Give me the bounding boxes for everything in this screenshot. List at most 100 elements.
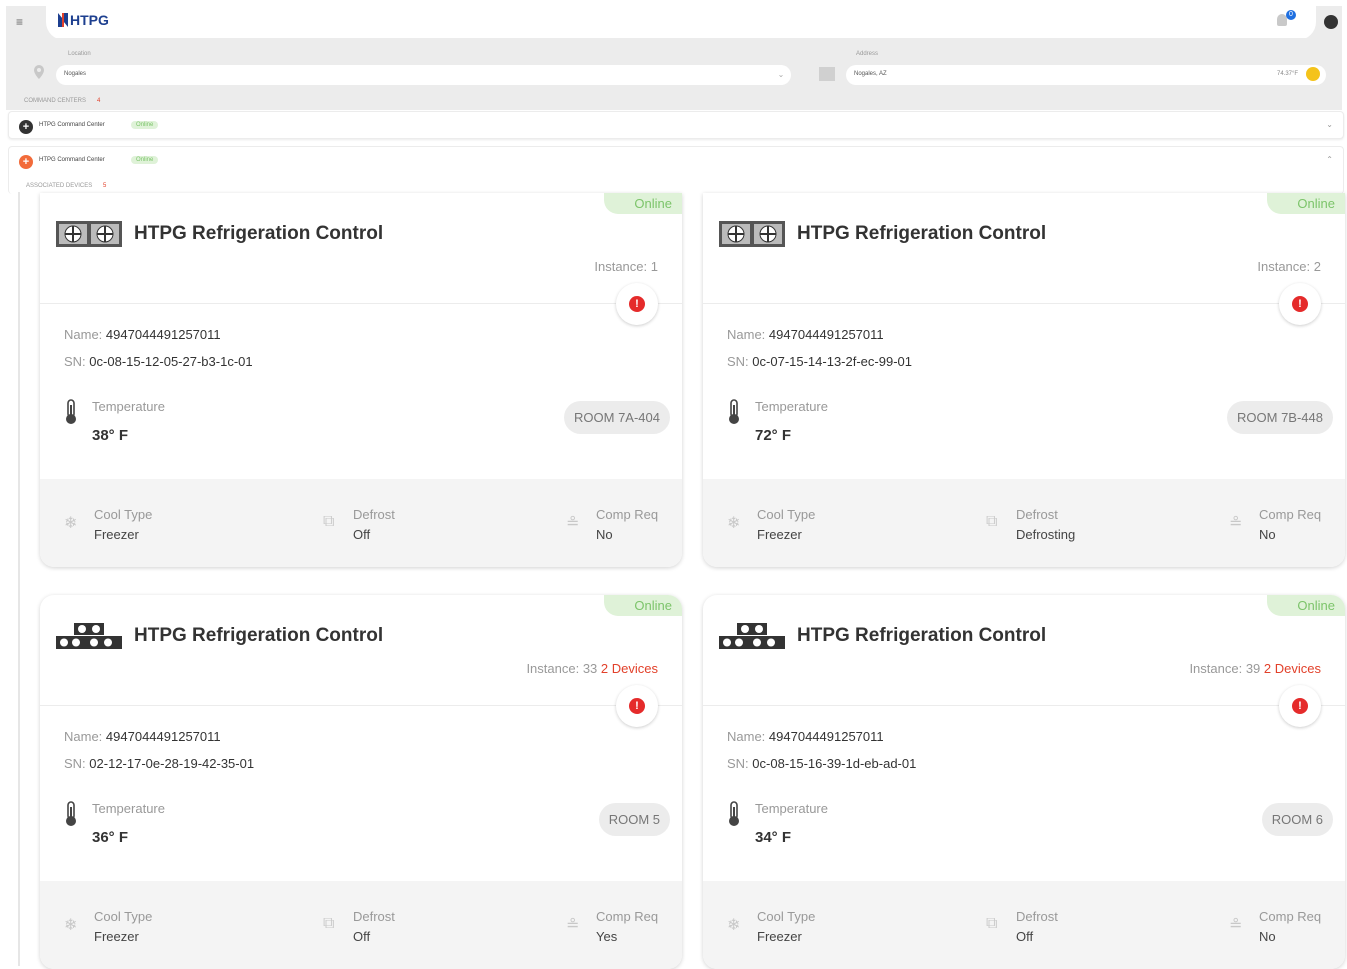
- comp-req-label: Comp Req: [596, 909, 659, 924]
- device-card[interactable]: Online HTPG Refrigeration Control Instan…: [40, 595, 682, 969]
- instance-label: Instance: 39 2 Devices: [1189, 661, 1321, 676]
- alert-icon: !: [629, 296, 645, 312]
- chevron-down-icon[interactable]: ⌄: [771, 65, 791, 85]
- room-chip[interactable]: ROOM 7B-448: [1227, 401, 1333, 434]
- temperature-value: 36° F: [92, 829, 129, 846]
- divider: [703, 705, 1345, 706]
- associated-devices-label: ASSOCIATED DEVICES: [26, 183, 93, 189]
- defrost-icon: ⧉: [986, 915, 998, 932]
- temperature-label: Temperature: [755, 801, 828, 816]
- defrost-icon: ⧉: [323, 513, 335, 530]
- command-center-row[interactable]: + HTPG Command Center Online ⌄: [8, 111, 1344, 139]
- status-badge: Online: [131, 121, 159, 129]
- refrigeration-unit-icon: [56, 221, 122, 247]
- devices-link[interactable]: 2 Devices: [601, 661, 658, 676]
- htpg-logo[interactable]: HTPG: [58, 12, 109, 28]
- instance-label: Instance: 33 2 Devices: [526, 661, 658, 676]
- sn-value: 0c-07-15-14-13-2f-ec-99-01: [752, 354, 912, 369]
- instance-prefix: Instance:: [1189, 661, 1243, 676]
- divider: [40, 303, 682, 304]
- alert-button[interactable]: !: [616, 685, 658, 727]
- temperature-label: Temperature: [755, 399, 828, 414]
- name-value: 4947044491257011: [768, 729, 884, 744]
- temperature-label: Temperature: [92, 399, 165, 414]
- status-badge: Online: [131, 156, 159, 164]
- instance-number: 2: [1313, 259, 1321, 274]
- building-icon: [819, 67, 835, 81]
- temperature-value: 34° F: [755, 829, 792, 846]
- command-center-row-expanded[interactable]: + HTPG Command Center Online ⌃: [8, 146, 1344, 194]
- device-name: Name: 4947044491257011: [727, 327, 884, 342]
- alert-icon: !: [1292, 698, 1308, 714]
- defrost-value: Off: [1016, 929, 1034, 944]
- name-label: Name:: [727, 729, 766, 744]
- divider: [703, 303, 1345, 304]
- instance-label: Instance: 2: [1257, 259, 1321, 274]
- device-card[interactable]: Online HTPG Refrigeration Control Instan…: [40, 193, 682, 567]
- expand-icon[interactable]: +: [19, 155, 33, 169]
- snowflake-icon: ❄: [64, 917, 78, 934]
- device-sn: SN: 0c-08-15-12-05-27-b3-1c-01: [64, 354, 253, 369]
- card-footer: ❄ Cool Type Freezer ⧉ Defrost Off ≗ Comp Req Y…: [40, 881, 682, 969]
- alert-button[interactable]: !: [616, 283, 658, 325]
- room-chip[interactable]: ROOM 7A-404: [564, 401, 670, 434]
- device-card[interactable]: Online HTPG Refrigeration Control Instan…: [703, 193, 1345, 567]
- devices-link[interactable]: 2 Devices: [1264, 661, 1321, 676]
- alert-button[interactable]: !: [1279, 283, 1321, 325]
- device-card[interactable]: Online HTPG Refrigeration Control Instan…: [703, 595, 1345, 969]
- address-label: Address: [856, 51, 879, 57]
- comp-req-value: No: [1259, 929, 1276, 944]
- expand-icon[interactable]: +: [19, 120, 33, 134]
- name-label: Name:: [64, 729, 103, 744]
- compressor-icon: ≗: [1229, 515, 1243, 532]
- comp-req-label: Comp Req: [596, 507, 659, 522]
- snowflake-icon: ❄: [727, 917, 741, 934]
- sn-label: SN:: [727, 354, 749, 369]
- menu-icon[interactable]: ≡: [16, 15, 23, 29]
- compressor-icon: ≗: [1229, 917, 1243, 934]
- device-name: Name: 4947044491257011: [64, 327, 221, 342]
- card-footer: ❄ Cool Type Freezer ⧉ Defrost Defrosting ≗ Co…: [703, 479, 1345, 567]
- instance-prefix: Instance:: [1257, 259, 1311, 274]
- refrigeration-unit-icon: [719, 623, 785, 649]
- user-account-icon[interactable]: [1324, 15, 1338, 29]
- instance-number: 1: [650, 259, 658, 274]
- defrost-label: Defrost: [1016, 909, 1058, 924]
- cool-type-label: Cool Type: [757, 507, 816, 522]
- compressor-icon: ≗: [566, 917, 580, 934]
- room-chip[interactable]: ROOM 5: [598, 803, 670, 836]
- location-select[interactable]: Nogales: [56, 65, 790, 85]
- refrigeration-unit-icon: [56, 623, 122, 649]
- chevron-down-icon[interactable]: ⌄: [1326, 120, 1333, 129]
- device-sn: SN: 02-12-17-0e-28-19-42-35-01: [64, 756, 254, 771]
- cool-type-label: Cool Type: [94, 507, 153, 522]
- temperature-value: 38° F: [92, 427, 129, 444]
- name-label: Name:: [64, 327, 103, 342]
- chevron-up-icon[interactable]: ⌃: [1326, 155, 1333, 164]
- logo-mark-icon: [58, 13, 68, 27]
- comp-req-value: No: [596, 527, 613, 542]
- online-status-badge: Online: [1267, 595, 1345, 616]
- alert-icon: !: [629, 698, 645, 714]
- temperature-label: Temperature: [92, 801, 165, 816]
- instance-number: 33: [582, 661, 598, 676]
- snowflake-icon: ❄: [64, 515, 78, 532]
- thermometer-icon: [729, 399, 739, 424]
- comp-req-value: Yes: [596, 929, 618, 944]
- online-status-badge: Online: [604, 193, 682, 214]
- divider: [40, 705, 682, 706]
- alert-button[interactable]: !: [1279, 685, 1321, 727]
- online-status-badge: Online: [604, 595, 682, 616]
- sn-value: 0c-08-15-12-05-27-b3-1c-01: [89, 354, 253, 369]
- snowflake-icon: ❄: [727, 515, 741, 532]
- sn-value: 0c-08-15-16-39-1d-eb-ad-01: [752, 756, 917, 771]
- command-centers-count: 4: [97, 98, 101, 104]
- defrost-label: Defrost: [1016, 507, 1058, 522]
- weather-temp: 74.37°F: [1277, 71, 1299, 77]
- sn-value: 02-12-17-0e-28-19-42-35-01: [89, 756, 255, 771]
- defrost-value: Off: [353, 527, 371, 542]
- room-chip[interactable]: ROOM 6: [1261, 803, 1333, 836]
- sn-label: SN:: [64, 756, 86, 771]
- device-name: Name: 4947044491257011: [727, 729, 884, 744]
- address-field[interactable]: Nogales, AZ: [846, 65, 1326, 85]
